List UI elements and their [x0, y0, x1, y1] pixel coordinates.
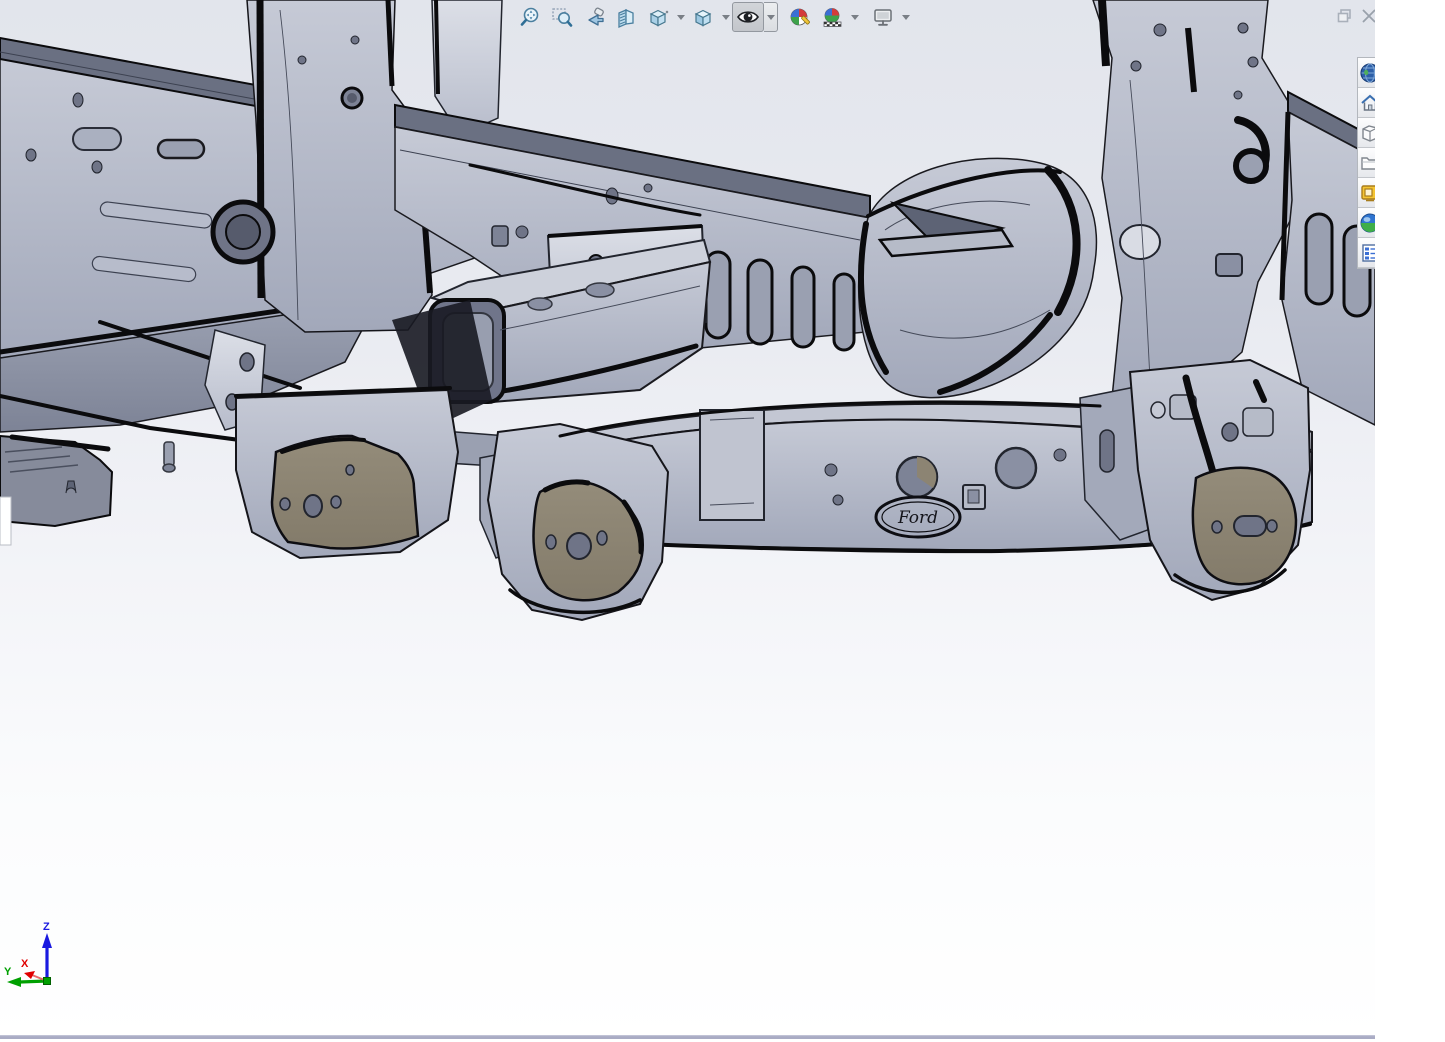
view-orientation-button[interactable]: [642, 2, 674, 32]
apply-scene-dropdown[interactable]: [848, 3, 861, 31]
orientation-triad: Z Y X: [2, 920, 74, 996]
graphics-viewport[interactable]: Ford: [0, 0, 1375, 1042]
view-palette-icon: [1359, 182, 1375, 204]
apply-scene-button[interactable]: [816, 2, 848, 32]
design-library-icon: [1359, 122, 1375, 144]
task-pane-tab-file-explorer[interactable]: [1358, 148, 1375, 178]
previous-view-button[interactable]: [578, 2, 610, 32]
part-right-skid-bracket[interactable]: [1080, 360, 1310, 600]
display-style-icon: [692, 6, 714, 28]
zoom-to-area-button[interactable]: [546, 2, 578, 32]
zoom-to-area-icon: [551, 6, 573, 28]
task-pane-tab-resources[interactable]: [1358, 58, 1375, 88]
view-settings-dropdown[interactable]: [899, 3, 912, 31]
heads-up-view-toolbar: [514, 2, 912, 32]
task-pane-tab-home[interactable]: [1358, 88, 1375, 118]
view-orientation-icon: [647, 6, 669, 28]
part-tow-bracket[interactable]: [0, 436, 112, 545]
view-orientation-dropdown[interactable]: [674, 3, 687, 31]
custom-properties-icon: [1359, 242, 1375, 264]
view-settings-icon: [872, 6, 894, 28]
document-window-controls: [1334, 5, 1375, 26]
close-button[interactable]: [1358, 5, 1375, 26]
zoom-to-fit-button[interactable]: [514, 2, 546, 32]
section-view-button[interactable]: [610, 2, 642, 32]
display-style-dropdown[interactable]: [719, 3, 732, 31]
part-center-casting[interactable]: [859, 158, 1097, 397]
close-icon: [1360, 7, 1376, 25]
home-icon: [1359, 92, 1375, 114]
task-pane-tab-appearances[interactable]: [1358, 208, 1375, 238]
x-axis-label: X: [21, 958, 29, 970]
application-window: { "window": { "controls": [ {"icon": "re…: [0, 0, 1445, 1042]
z-axis-label: Z: [43, 921, 50, 933]
part-right-post[interactable]: [1093, 0, 1302, 420]
z-axis-arrow: [42, 933, 52, 948]
restore-down-button[interactable]: [1334, 5, 1355, 26]
restore-down-icon: [1336, 7, 1354, 25]
file-explorer-icon: [1359, 152, 1375, 174]
part-center-skid-bracket[interactable]: [480, 424, 668, 620]
hide-show-items-dropdown[interactable]: [764, 2, 778, 32]
y-axis-arrow: [7, 977, 21, 987]
hide-show-items-icon: [736, 5, 760, 29]
task-pane-tab-strip: [1357, 57, 1375, 269]
appearances-scenes-icon: [1359, 212, 1375, 234]
edit-appearance-button[interactable]: [784, 2, 816, 32]
task-pane-tab-design-library[interactable]: [1358, 118, 1375, 148]
zoom-to-fit-icon: [519, 6, 541, 28]
apply-scene-icon: [821, 6, 844, 29]
cad-model-truck-frame[interactable]: Ford: [0, 0, 1375, 1042]
edit-appearance-icon: [789, 6, 812, 29]
task-pane-tab-view-palette[interactable]: [1358, 178, 1375, 208]
task-pane-tab-custom-properties[interactable]: [1358, 238, 1375, 268]
section-view-icon: [615, 6, 637, 28]
status-bar-top-border: [0, 1035, 1375, 1039]
part-left-skid-bracket[interactable]: [236, 390, 458, 558]
resources-globe-icon: [1359, 62, 1375, 84]
part-drain-pin[interactable]: [163, 442, 175, 472]
view-settings-button[interactable]: [867, 2, 899, 32]
hide-show-items-button[interactable]: [732, 2, 764, 32]
previous-view-icon: [583, 6, 605, 28]
y-axis-label: Y: [4, 966, 12, 978]
triad-origin: [44, 978, 51, 985]
display-style-button[interactable]: [687, 2, 719, 32]
svg-text:Ford: Ford: [897, 508, 938, 528]
